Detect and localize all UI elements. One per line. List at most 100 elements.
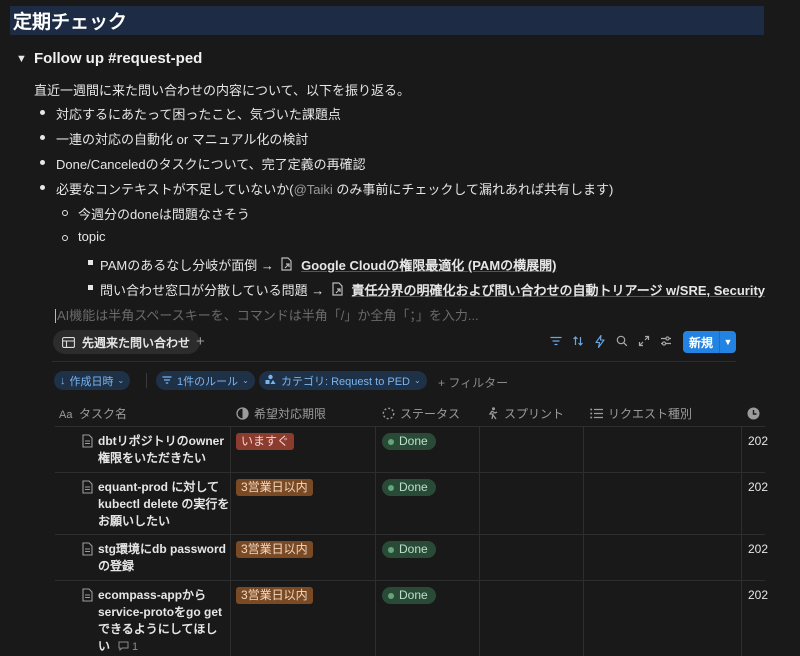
status-label: Done: [399, 434, 428, 448]
category-chip-label: カテゴリ: Request to PED: [281, 375, 410, 388]
column-label: ステータス: [400, 406, 461, 421]
rule-chip-label: 1件のルール: [177, 375, 239, 388]
topic-item-1-text: PAMのあるなし分岐が面倒 →: [100, 258, 274, 273]
task-name-line: できるようにしてほし: [98, 622, 218, 636]
intro-text: 直近一週間に来た問い合わせの内容について、以下を振り返る。: [34, 83, 410, 98]
automation-bolt-icon[interactable]: [593, 334, 607, 348]
page-title[interactable]: 定期チェック: [10, 6, 764, 35]
task-name-line: い: [98, 639, 111, 653]
editor-placeholder[interactable]: AI機能は半角スペースキーを、コマンドは半角「/」か全角「；」を入力...: [55, 305, 479, 324]
task-name-line: service-protoをgo get: [98, 605, 223, 619]
task-name[interactable]: equant-prod に対して kubectl delete の実行を お願い…: [98, 479, 248, 530]
user-mention[interactable]: @Taiki: [294, 182, 333, 197]
column-header-deadline[interactable]: 希望対応期限: [236, 400, 326, 426]
chevron-down-icon[interactable]: ▼: [720, 337, 736, 347]
bullet-dot: [40, 185, 45, 190]
task-name[interactable]: dbtリポジトリのowner 権限をいただきたい: [98, 433, 248, 467]
status-dot: [388, 592, 394, 599]
task-name-line: の登録: [98, 559, 135, 573]
shapes-icon: [265, 374, 276, 388]
sub-bullet-circle: [62, 210, 68, 216]
page-link-icon: [332, 282, 343, 296]
status-badge: Done: [382, 479, 436, 496]
column-header-request-type[interactable]: リクエスト種別: [590, 400, 692, 426]
task-name-line: ecompass-appから: [98, 588, 207, 602]
row-divider: [55, 534, 765, 535]
text-cursor: [55, 309, 56, 323]
topic-item-2-text: 問い合わせ窓口が分散している問題 →: [100, 283, 325, 298]
page-icon: [82, 588, 93, 602]
bullet-item-4-suffix: のみ事前にチェックして漏れあれば共有します): [332, 182, 614, 197]
expand-icon[interactable]: [637, 334, 651, 348]
column-label: スプリント: [504, 406, 565, 421]
status-badge: Done: [382, 433, 436, 450]
deadline-tag: いますぐ: [236, 433, 295, 450]
bullet-item-1: 対応するにあたって困ったこと、気づいた課題点: [56, 107, 341, 122]
view-tab[interactable]: 先週来た問い合わせ: [53, 330, 201, 354]
settings-sliders-icon[interactable]: [659, 334, 673, 348]
chevron-down-icon: ⌄: [117, 376, 125, 385]
status-badge: Done: [382, 541, 436, 558]
page-link-icon: [281, 257, 293, 271]
runner-icon: [488, 406, 498, 419]
row-divider: [55, 580, 765, 581]
task-name-line-last: い1: [98, 638, 248, 656]
deadline-tag: 3営業日以内: [236, 587, 313, 604]
chevron-down-icon: ⌄: [414, 376, 421, 385]
column-header-task[interactable]: Aa タスク名: [59, 400, 127, 426]
task-name-line: 権限をいただきたい: [98, 451, 207, 465]
rule-chip[interactable]: 1件のルール ⌄: [156, 371, 255, 390]
column-header-status[interactable]: ステータス: [382, 400, 460, 426]
status-badge: Done: [382, 587, 436, 604]
new-button[interactable]: 新規 ▼: [683, 331, 736, 353]
deadline-tag: 3営業日以内: [236, 541, 313, 558]
created-date: 202: [748, 588, 769, 602]
task-name-line: equant-prod に対して: [98, 480, 219, 494]
task-name[interactable]: stg環境にdb password の登録: [98, 541, 248, 575]
page-link[interactable]: 責任分界の明確化および問い合わせの自動トリアージ w/SRE, Security: [351, 283, 765, 298]
column-header-created[interactable]: [747, 400, 765, 426]
column-header-sprint[interactable]: スプリント: [486, 400, 564, 426]
bullet-item-2: 一連の対応の自動化 or マニュアル化の検討: [56, 132, 309, 147]
column-label: リクエスト種別: [608, 406, 693, 421]
row-divider: [55, 472, 765, 473]
status-label: Done: [399, 542, 428, 556]
column-divider: [479, 426, 480, 656]
bullet-dot: [40, 160, 45, 165]
sub-bullet-circle: [62, 235, 68, 241]
list-icon: [590, 408, 603, 418]
filter-icon[interactable]: [549, 334, 563, 348]
toggle-heading[interactable]: ▼ Follow up #request-ped: [16, 50, 202, 67]
add-view-button[interactable]: +: [196, 333, 205, 350]
sort-icon[interactable]: [571, 334, 585, 348]
status-label: Done: [399, 588, 428, 602]
add-filter-button[interactable]: + フィルター: [438, 374, 508, 391]
sort-chip[interactable]: ↓ 作成日時 ⌄: [54, 371, 131, 390]
task-name-line: dbtリポジトリのowner: [98, 434, 224, 448]
sub-sub-bullet-square: [88, 285, 93, 290]
status-dot: [388, 438, 394, 445]
sub-sub-bullet-square: [88, 260, 93, 265]
bullet-item-4: 必要なコンテキストが不足していないか(@Taiki のみ事前にチェックして漏れあ…: [56, 179, 613, 198]
task-name-line: stg環境にdb password: [98, 542, 227, 556]
task-name[interactable]: ecompass-appから service-protoをgo get できるよ…: [98, 587, 248, 656]
task-name-line: kubectl delete の実行を: [98, 497, 230, 511]
new-button-label: 新規: [688, 335, 713, 350]
text-type-icon: Aa: [59, 409, 73, 419]
comment-icon: [118, 641, 129, 652]
task-name-line: お願いしたい: [98, 514, 171, 528]
view-tab-label: 先週来た問い合わせ: [82, 335, 191, 350]
comment-count-value: 1: [132, 641, 139, 653]
category-filter-chip[interactable]: カテゴリ: Request to PED ⌄: [259, 371, 427, 390]
created-date: 202: [748, 480, 769, 494]
search-icon[interactable]: [615, 334, 629, 348]
column-divider: [583, 426, 584, 656]
table-icon: [62, 336, 75, 348]
toggle-caret-icon[interactable]: ▼: [16, 53, 30, 65]
bullet-item-4-prefix: 必要なコンテキストが不足していないか(: [56, 182, 294, 197]
comment-count[interactable]: 1: [118, 641, 138, 653]
database-toolbar: [549, 334, 673, 348]
status-type-icon: [236, 406, 249, 420]
page-link[interactable]: Google Cloudの権限最適化 (PAMの横展開): [301, 258, 556, 273]
topic-item-1: PAMのあるなし分岐が面倒 → Google Cloudの権限最適化 (PAMの…: [100, 255, 556, 274]
